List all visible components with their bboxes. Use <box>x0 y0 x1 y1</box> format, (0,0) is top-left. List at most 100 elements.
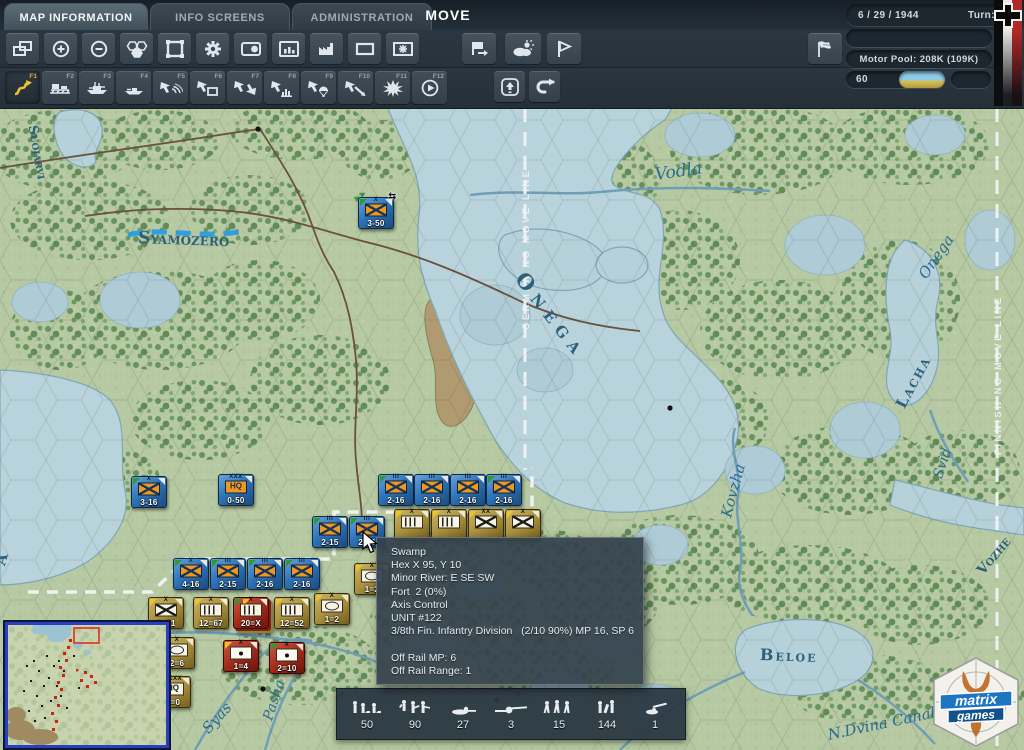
upload-icon[interactable] <box>494 71 525 102</box>
logo-text-matrix: matrix <box>955 691 998 709</box>
settings-gear-icon[interactable] <box>196 33 229 64</box>
unit-counter[interactable]: X1=4 <box>223 640 259 672</box>
move-mode-icon[interactable]: F1 <box>5 71 40 104</box>
tooltip-line: Swamp <box>391 546 643 559</box>
select-area-icon[interactable] <box>158 33 191 64</box>
unit-counter[interactable]: III2-15 <box>312 516 348 548</box>
unit-symbol-inf <box>138 483 160 496</box>
unit-symbol-bars <box>281 604 303 617</box>
unit-counter[interactable]: X 12=67 <box>193 597 229 629</box>
unit-symbol-inf <box>180 565 202 578</box>
unit-counter[interactable]: III2-15 <box>210 558 246 590</box>
tooltip-line: Fort 2 (0%) <box>391 586 643 599</box>
unit-size-label: XX <box>469 509 503 515</box>
air-transfer-icon[interactable]: F6 <box>190 71 225 104</box>
spacer-pill <box>846 29 992 47</box>
stat-item: 27 <box>441 698 485 731</box>
unit-strength-value: 20=X <box>234 619 268 628</box>
city-stats-icon[interactable] <box>272 33 305 64</box>
unit-strength-value: 3-16 <box>132 498 166 507</box>
victory-flag-icon[interactable] <box>808 33 842 64</box>
unit-symbol-bars <box>200 604 222 617</box>
unit-counter[interactable]: III 2-16 <box>247 558 283 590</box>
unit-counter[interactable]: X12=52 <box>274 597 310 629</box>
unit-size-label: III <box>248 558 282 564</box>
tooltip-line: Minor River: E SE SW <box>391 572 643 585</box>
unit-symbol-oval <box>166 644 188 657</box>
unit-counter[interactable]: X2=10 <box>269 642 305 674</box>
zoom-out-icon[interactable] <box>82 33 115 64</box>
weather-icon[interactable] <box>505 33 541 64</box>
unit-symbol-inf-b <box>155 604 177 617</box>
date-turn-display: 6 / 29 / 1944 Turn: 2 <box>846 4 1016 26</box>
bombard-icon[interactable]: F11 <box>375 71 410 104</box>
unit-size-label: X <box>194 597 228 603</box>
unit-counters-icon[interactable] <box>234 33 267 64</box>
unit-size-label: X <box>275 597 309 603</box>
unit-size-label: X <box>432 509 466 515</box>
unit-size-label: III <box>211 558 245 564</box>
tab-move[interactable]: MOVE <box>408 0 488 30</box>
unit-strength-value: 2-16 <box>379 496 413 505</box>
air-recon-icon[interactable]: F5 <box>153 71 188 104</box>
jump-to-flag-icon[interactable] <box>462 33 496 64</box>
tab-info-screens[interactable]: INFO SCREENS <box>150 3 290 31</box>
bomb-city-icon[interactable]: F8 <box>264 71 299 104</box>
tooltip-line <box>391 638 643 651</box>
unit-counter[interactable]: X1=2 <box>314 593 350 625</box>
unit-symbol-inf <box>493 481 515 494</box>
unit-strength-value: 2-16 <box>248 580 282 589</box>
unit-symbol-inf <box>291 565 313 578</box>
mouse-cursor-icon <box>362 531 380 560</box>
unit-counter[interactable]: III2-16 <box>450 474 486 506</box>
unit-strength-value: 2-16 <box>451 496 485 505</box>
unit-counter[interactable]: III2-16 <box>284 558 320 590</box>
naval-transport-icon[interactable]: F3 <box>79 71 114 104</box>
unit-counter[interactable]: III2-16 <box>486 474 522 506</box>
unit-counter[interactable]: XXXHQ0-50 <box>218 474 254 506</box>
hex-info-tooltip: SwampHex X 95, Y 10Minor River: E SE SWF… <box>376 537 644 685</box>
hex-stack-icon[interactable] <box>120 33 153 64</box>
undo-icon[interactable] <box>529 71 560 102</box>
unit-size-label: X <box>395 509 429 515</box>
tooltip-line: Axis Control <box>391 599 643 612</box>
unit-strength-value: 0-50 <box>219 496 253 505</box>
unit-symbol-bars <box>438 516 460 529</box>
unit-size-label: III <box>379 474 413 480</box>
unit-size-label: X <box>270 642 304 648</box>
artillery-icon <box>640 698 670 718</box>
zoom-in-icon[interactable] <box>44 33 77 64</box>
weather-thumbnail[interactable] <box>899 71 945 88</box>
unit-size-label: X <box>234 597 268 603</box>
marching-troops-icon <box>542 698 576 718</box>
unit-counter[interactable]: III 2-16 <box>378 474 414 506</box>
air-superiority-icon[interactable]: F7 <box>227 71 262 104</box>
map-options-icon[interactable] <box>386 33 419 64</box>
rail-transport-icon[interactable]: F2 <box>42 71 77 104</box>
air-transport-icon[interactable]: F10 <box>338 71 373 104</box>
air-drop-icon[interactable]: F9 <box>301 71 336 104</box>
minimap[interactable] <box>5 622 169 748</box>
unit-symbol-hq: HQ <box>225 481 247 494</box>
stat-item: 50 <box>345 698 389 731</box>
region-box-icon[interactable] <box>348 33 381 64</box>
amphibious-icon[interactable]: F4 <box>116 71 151 104</box>
overlap-windows-icon[interactable] <box>6 33 39 64</box>
end-turn-icon[interactable]: F12 <box>412 71 447 104</box>
unit-counter[interactable]: III2-16 <box>414 474 450 506</box>
assault-troops-icon <box>398 698 432 718</box>
industry-icon[interactable] <box>310 33 343 64</box>
game-date: 6 / 29 / 1944 <box>858 10 919 21</box>
unit-strength-value: 12=67 <box>194 619 228 628</box>
matrix-games-logo: matrix games <box>933 657 1019 747</box>
unit-counter[interactable]: X4-16 <box>173 558 209 590</box>
unit-counter[interactable]: X3-50➤➤⇆ <box>358 197 394 229</box>
unit-counter[interactable]: X 20=X <box>233 597 269 629</box>
unit-size-label: III <box>350 516 384 522</box>
unit-symbol-inf <box>217 565 239 578</box>
tooltip-line: Hex X 95, Y 10 <box>391 559 643 572</box>
tab-map-information[interactable]: MAP INFORMATION <box>4 3 148 31</box>
unit-counter[interactable]: X3-16 <box>131 476 167 508</box>
infantry-squad-icon <box>350 698 384 718</box>
pennant-flag-icon[interactable] <box>547 33 581 64</box>
